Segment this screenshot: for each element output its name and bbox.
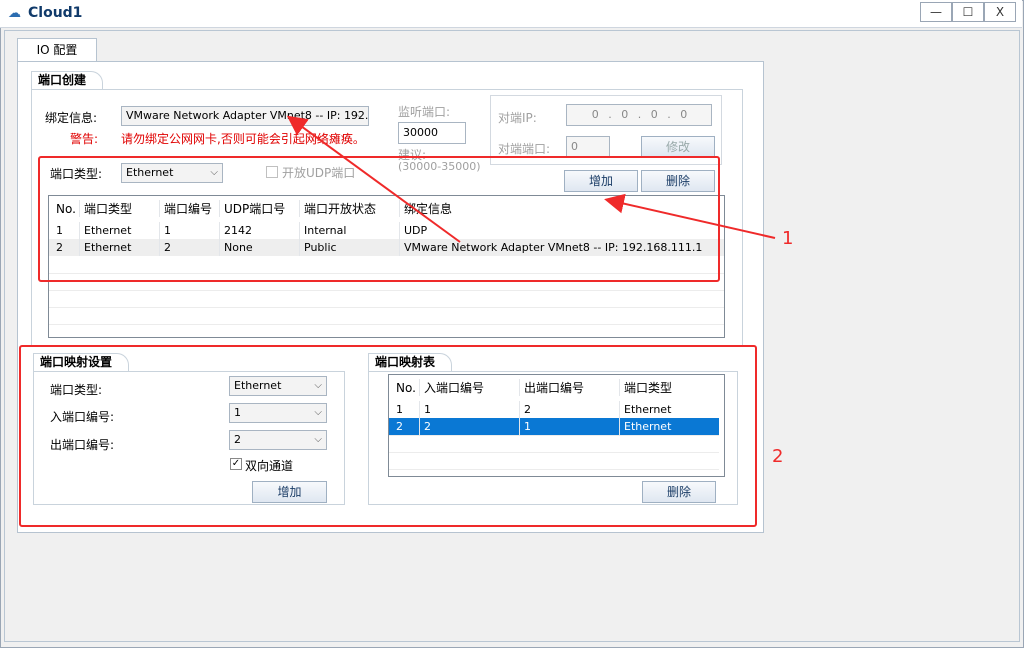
arrow-to-add-button (604, 193, 776, 239)
annotation-arrows (286, 115, 776, 243)
arrow-to-bind-select (286, 115, 461, 243)
